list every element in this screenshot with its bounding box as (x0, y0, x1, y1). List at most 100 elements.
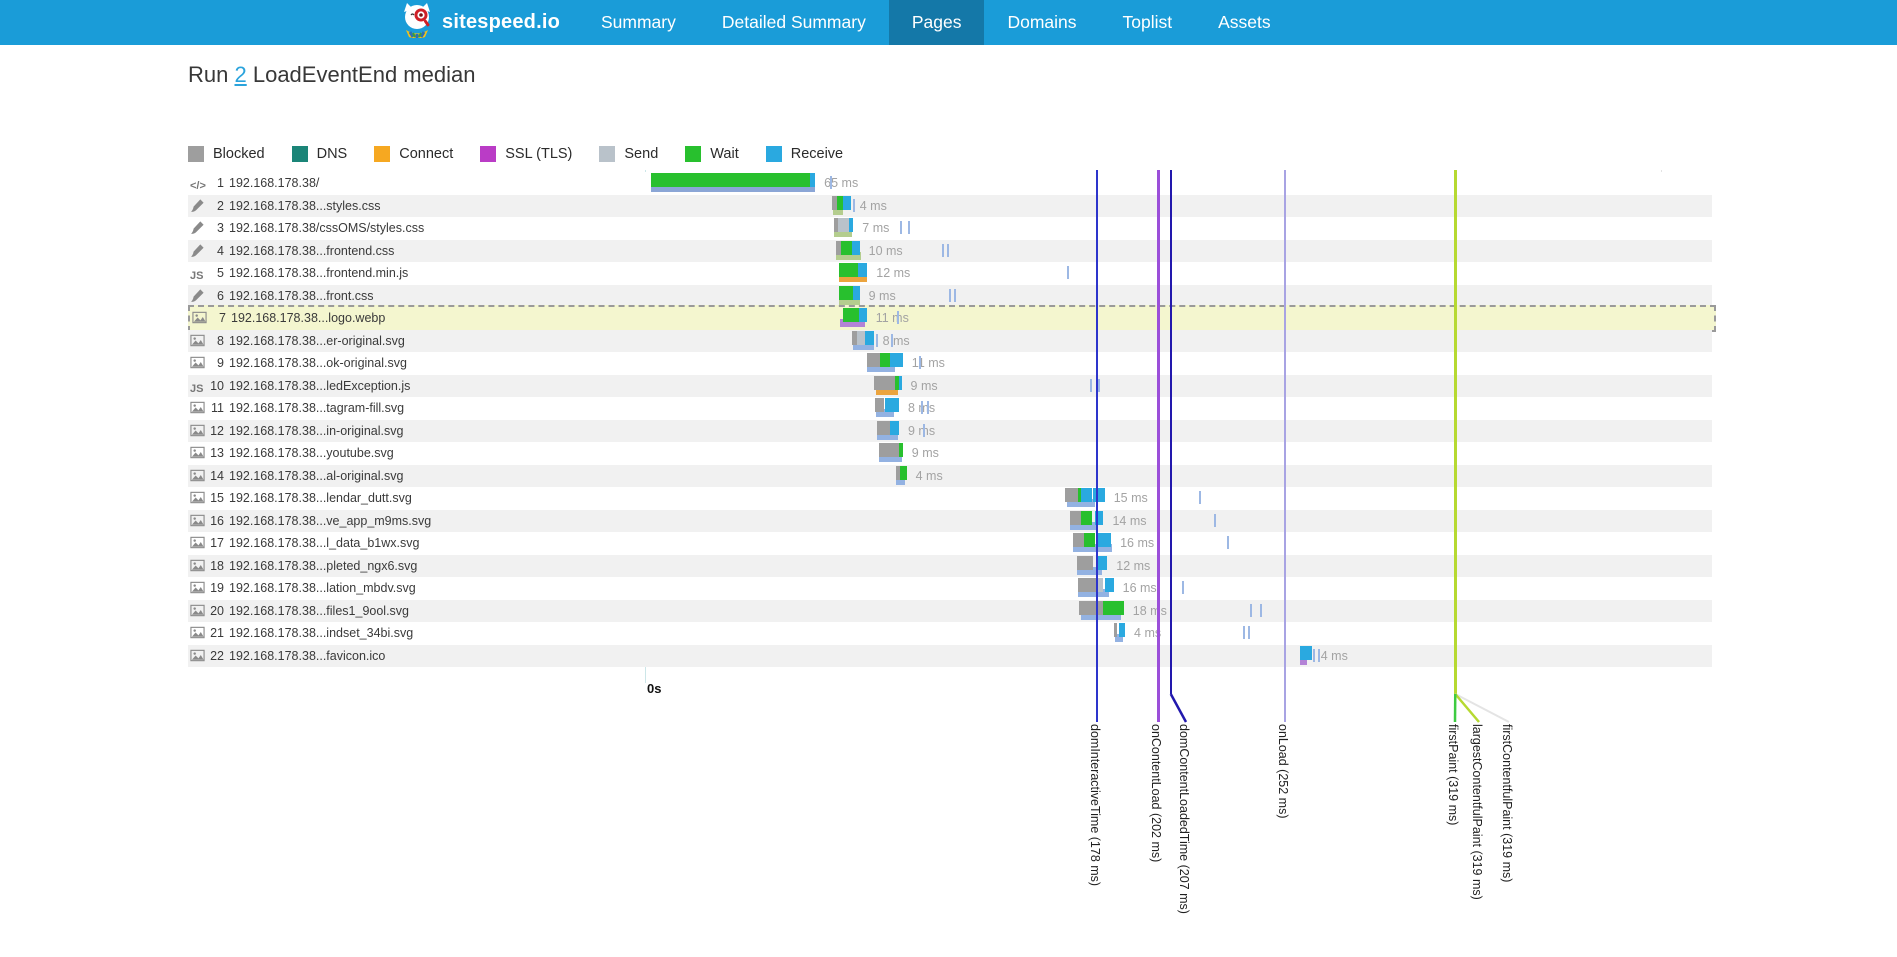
navbar: sitespeed.io SummaryDetailed SummaryPage… (0, 0, 1897, 45)
phase-blocked-bar (1073, 533, 1084, 547)
phase-receive-bar (858, 263, 867, 277)
timing-tick (900, 221, 902, 234)
request-url: 192.168.178.38...er-original.svg (229, 334, 405, 348)
phase-blocked-bar (1070, 511, 1080, 525)
request-url: 192.168.178.38...tagram-fill.svg (229, 401, 404, 415)
request-row[interactable]: 8192.168.178.38...er-original.svg8 ms (188, 330, 1712, 353)
nav-item-domains[interactable]: Domains (984, 0, 1099, 45)
waterfall-legend: BlockedDNSConnectSSL (TLS)SendWaitReceiv… (188, 146, 843, 162)
nav-item-pages[interactable]: Pages (889, 0, 985, 45)
timing-tick (1067, 266, 1069, 279)
request-duration-label: 11 ms (912, 356, 945, 370)
request-row[interactable]: 3192.168.178.38/cssOMS/styles.css7 ms (188, 217, 1712, 240)
brand[interactable]: sitespeed.io (400, 0, 560, 45)
legend-label: SSL (TLS) (505, 146, 572, 162)
legend-label: Wait (710, 146, 738, 162)
request-row[interactable]: 18192.168.178.38...pleted_ngx6.svg12 ms (188, 555, 1712, 578)
request-url: 192.168.178.38...ve_app_m9ms.svg (229, 514, 431, 528)
phase-wait-bar (651, 173, 810, 187)
request-row[interactable]: 6192.168.178.38...front.css9 ms (188, 285, 1712, 308)
phase-blocked-bar (874, 376, 896, 390)
timing-tick (1313, 649, 1315, 662)
timing-tick (1182, 581, 1184, 594)
legend-swatch-icon (480, 146, 496, 162)
request-duration-label: 12 ms (1116, 559, 1150, 573)
request-row[interactable]: 19192.168.178.38...lation_mbdv.svg16 ms (188, 577, 1712, 600)
title-suffix: LoadEventEnd median (247, 62, 476, 87)
request-row[interactable]: 17192.168.178.38...l_data_b1wx.svg16 ms (188, 532, 1712, 555)
request-row[interactable]: 12192.168.178.38...in-original.svg9 ms (188, 420, 1712, 443)
legend-item-send: Send (599, 146, 658, 162)
request-duration-label: 10 ms (869, 244, 903, 258)
phase-wait-bar (839, 263, 858, 277)
phase-wait-bar (1103, 601, 1123, 615)
phase-receive-bar (810, 173, 815, 187)
request-url: 192.168.178.38...youtube.svg (229, 446, 394, 460)
phase-wait-bar (1081, 511, 1092, 525)
nav-item-assets[interactable]: Assets (1195, 0, 1294, 45)
legend-label: Receive (791, 146, 843, 162)
request-duration-label: 9 ms (911, 379, 938, 393)
timing-tick (1250, 604, 1252, 617)
nav-item-summary[interactable]: Summary (578, 0, 699, 45)
request-row[interactable]: 2192.168.178.38...styles.css4 ms (188, 195, 1712, 218)
timing-tick (919, 356, 921, 369)
phase-receive-bar (1081, 488, 1092, 502)
phase-receive-bar (1300, 646, 1311, 660)
legend-label: Connect (399, 146, 453, 162)
phase-blocked-bar (1077, 556, 1094, 570)
nav-item-detailed-summary[interactable]: Detailed Summary (699, 0, 889, 45)
request-row[interactable]: 20192.168.178.38...files1_9ool.svg18 ms (188, 600, 1712, 623)
request-row[interactable]: 13192.168.178.38...youtube.svg9 ms (188, 442, 1712, 465)
request-duration-label: 18 ms (1133, 604, 1167, 618)
request-row[interactable]: </>1192.168.178.38/65 ms (188, 172, 1712, 195)
timing-tick (954, 289, 956, 302)
phase-receive-bar (1097, 533, 1111, 547)
request-duration-label: 65 ms (824, 176, 858, 190)
request-number: 11 (200, 401, 224, 415)
sitespeed-pages-screen: sitespeed.io SummaryDetailed SummaryPage… (0, 0, 1897, 957)
phase-receive-bar (1119, 623, 1125, 637)
brand-text: sitespeed.io (442, 11, 560, 34)
legend-item-dns: DNS (292, 146, 348, 162)
timing-tick (927, 401, 929, 414)
request-row[interactable]: 7192.168.178.38...logo.webp11 ms (188, 305, 1716, 332)
request-row[interactable]: 9192.168.178.38...ok-original.svg11 ms (188, 352, 1712, 375)
request-url: 192.168.178.38/ (229, 176, 319, 190)
legend-swatch-icon (374, 146, 390, 162)
nav-item-toplist[interactable]: Toplist (1100, 0, 1196, 45)
request-duration-label: 9 ms (908, 424, 935, 438)
request-row[interactable]: 4192.168.178.38...frontend.css10 ms (188, 240, 1712, 263)
request-row[interactable]: 11192.168.178.38...tagram-fill.svg8 ms (188, 397, 1712, 420)
request-number: 21 (200, 626, 224, 640)
phase-receive-bar (849, 218, 853, 232)
phase-wait-bar (899, 443, 903, 457)
phase-receive-bar (853, 286, 859, 300)
legend-item-ssl-tls-: SSL (TLS) (480, 146, 572, 162)
request-number: 10 (200, 379, 224, 393)
phase-receive-bar (859, 308, 867, 322)
timing-tick (908, 221, 910, 234)
marker-line-domInteractiveTime (1096, 170, 1098, 722)
timing-tick (947, 244, 949, 257)
marker-label: largestContentfulPaint (319 ms) (1470, 724, 1484, 900)
request-row[interactable]: 14192.168.178.38...al-original.svg4 ms (188, 465, 1712, 488)
timing-tick (876, 334, 878, 347)
page-title: Run 2 LoadEventEnd median (188, 62, 475, 88)
request-number: 19 (200, 581, 224, 595)
phase-wait-bar (841, 241, 852, 255)
request-row[interactable]: 16192.168.178.38...ve_app_m9ms.svg14 ms (188, 510, 1712, 533)
request-number: 4 (200, 244, 224, 258)
request-number: 2 (200, 199, 224, 213)
request-row[interactable]: 21192.168.178.38...indset_34bi.svg4 ms (188, 622, 1712, 645)
request-duration-label: 9 ms (869, 289, 896, 303)
request-duration-label: 11 ms (876, 311, 909, 325)
request-row[interactable]: 15192.168.178.38...lendar_dutt.svg15 ms (188, 487, 1712, 510)
phase-wait-bar (839, 286, 853, 300)
request-row[interactable]: 22192.168.178.38...favicon.ico4 ms (188, 645, 1712, 668)
legend-swatch-icon (599, 146, 615, 162)
phase-blocked-bar (875, 398, 884, 412)
run-link[interactable]: 2 (234, 62, 246, 87)
request-row[interactable]: JS5192.168.178.38...frontend.min.js12 ms (188, 262, 1712, 285)
request-row[interactable]: JS10192.168.178.38...ledException.js9 ms (188, 375, 1712, 398)
